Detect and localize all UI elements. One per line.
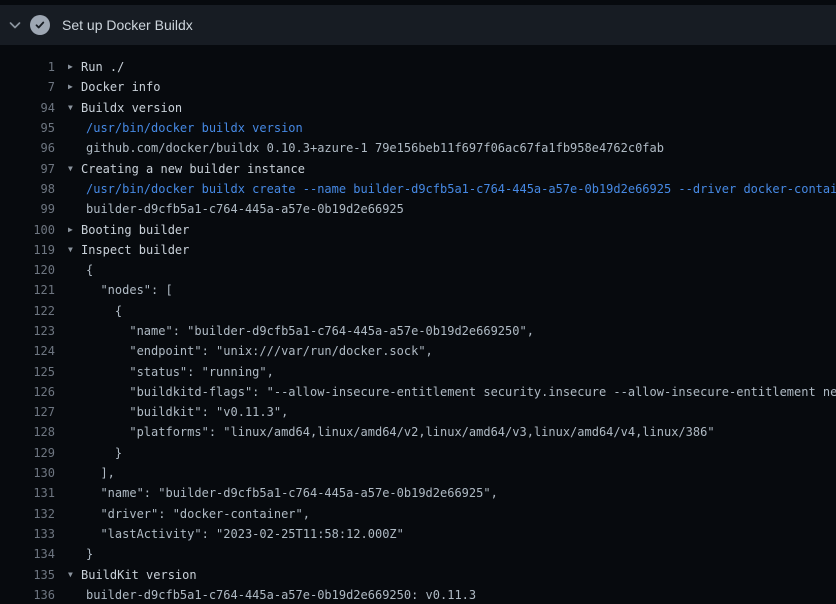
output-text: "name": "builder-d9cfb5a1-c764-445a-a57e… bbox=[86, 486, 498, 500]
line-number[interactable]: 94 bbox=[0, 101, 55, 115]
log-line: 131 "name": "builder-d9cfb5a1-c764-445a-… bbox=[0, 483, 836, 503]
output-text: "driver": "docker-container", bbox=[86, 507, 310, 521]
group-title[interactable]: Inspect builder bbox=[81, 243, 189, 257]
caret-right-icon[interactable]: ▶ bbox=[68, 63, 81, 71]
log-line: 120 { bbox=[0, 260, 836, 280]
output-text: "buildkit": "v0.11.3", bbox=[86, 405, 288, 419]
log-line: 133 "lastActivity": "2023-02-25T11:58:12… bbox=[0, 524, 836, 544]
line-number[interactable]: 133 bbox=[0, 527, 55, 541]
line-number[interactable]: 132 bbox=[0, 507, 55, 521]
line-number[interactable]: 134 bbox=[0, 547, 55, 561]
output-text: builder-d9cfb5a1-c764-445a-a57e-0b19d2e6… bbox=[86, 588, 476, 602]
log-line: 132 "driver": "docker-container", bbox=[0, 504, 836, 524]
line-number[interactable]: 129 bbox=[0, 446, 55, 460]
group-title[interactable]: Run ./ bbox=[81, 60, 124, 74]
output-text: github.com/docker/buildx 0.10.3+azure-1 … bbox=[86, 141, 664, 155]
log-line: 130 ], bbox=[0, 463, 836, 483]
log-line: 126 "buildkitd-flags": "--allow-insecure… bbox=[0, 382, 836, 402]
step-header[interactable]: Set up Docker Buildx bbox=[0, 5, 836, 45]
step-title: Set up Docker Buildx bbox=[62, 17, 193, 33]
group-title[interactable]: Booting builder bbox=[81, 223, 189, 237]
output-text: "buildkitd-flags": "--allow-insecure-ent… bbox=[86, 385, 836, 399]
log-line: 134} bbox=[0, 544, 836, 564]
log-line: 129 } bbox=[0, 443, 836, 463]
log-line: 98/usr/bin/docker buildx create --name b… bbox=[0, 179, 836, 199]
line-number[interactable]: 130 bbox=[0, 466, 55, 480]
line-number[interactable]: 100 bbox=[0, 223, 55, 237]
output-text: "nodes": [ bbox=[86, 283, 173, 297]
caret-down-icon[interactable]: ▼ bbox=[68, 571, 81, 579]
line-number[interactable]: 126 bbox=[0, 385, 55, 399]
log-line: 124 "endpoint": "unix:///var/run/docker.… bbox=[0, 341, 836, 361]
line-number[interactable]: 121 bbox=[0, 283, 55, 297]
output-text: "status": "running", bbox=[86, 365, 274, 379]
log-group-line[interactable]: 1 ▶Run ./ bbox=[0, 57, 836, 77]
line-number[interactable]: 122 bbox=[0, 304, 55, 318]
output-text: "endpoint": "unix:///var/run/docker.sock… bbox=[86, 344, 433, 358]
log-line: 121 "nodes": [ bbox=[0, 280, 836, 300]
output-text: "name": "builder-d9cfb5a1-c764-445a-a57e… bbox=[86, 324, 534, 338]
caret-down-icon[interactable]: ▼ bbox=[68, 246, 81, 254]
line-number[interactable]: 127 bbox=[0, 405, 55, 419]
output-text: "lastActivity": "2023-02-25T11:58:12.000… bbox=[86, 527, 404, 541]
output-text: builder-d9cfb5a1-c764-445a-a57e-0b19d2e6… bbox=[86, 202, 404, 216]
command-text: /usr/bin/docker buildx version bbox=[86, 121, 303, 135]
log-line: 128 "platforms": "linux/amd64,linux/amd6… bbox=[0, 422, 836, 442]
output-text: ], bbox=[86, 466, 115, 480]
log-group-line[interactable]: 100 ▶Booting builder bbox=[0, 219, 836, 239]
caret-down-icon[interactable]: ▼ bbox=[68, 104, 81, 112]
output-text: } bbox=[86, 547, 93, 561]
line-number[interactable]: 1 bbox=[0, 60, 55, 74]
log-body: 1▶Run ./7▶Docker info94▼Buildx version95… bbox=[0, 45, 836, 604]
log-group-line[interactable]: 135 ▼BuildKit version bbox=[0, 564, 836, 584]
group-title[interactable]: Creating a new builder instance bbox=[81, 162, 305, 176]
caret-right-icon[interactable]: ▶ bbox=[68, 83, 81, 91]
output-text: "platforms": "linux/amd64,linux/amd64/v2… bbox=[86, 425, 715, 439]
line-number[interactable]: 125 bbox=[0, 365, 55, 379]
actions-log-viewer: Set up Docker Buildx 1▶Run ./7▶Docker in… bbox=[0, 0, 836, 604]
log-line: 123 "name": "builder-d9cfb5a1-c764-445a-… bbox=[0, 321, 836, 341]
log-line: 127 "buildkit": "v0.11.3", bbox=[0, 402, 836, 422]
group-title[interactable]: Docker info bbox=[81, 80, 160, 94]
line-number[interactable]: 95 bbox=[0, 121, 55, 135]
caret-right-icon[interactable]: ▶ bbox=[68, 226, 81, 234]
line-number[interactable]: 128 bbox=[0, 425, 55, 439]
log-group-line[interactable]: 7 ▶Docker info bbox=[0, 77, 836, 97]
line-number[interactable]: 136 bbox=[0, 588, 55, 602]
log-line: 125 "status": "running", bbox=[0, 361, 836, 381]
log-group-line[interactable]: 119 ▼Inspect builder bbox=[0, 240, 836, 260]
chevron-down-icon[interactable] bbox=[0, 5, 30, 45]
line-number[interactable]: 131 bbox=[0, 486, 55, 500]
output-text: { bbox=[86, 304, 122, 318]
output-text: { bbox=[86, 263, 93, 277]
caret-down-icon[interactable]: ▼ bbox=[68, 165, 81, 173]
group-title[interactable]: Buildx version bbox=[81, 101, 182, 115]
line-number[interactable]: 98 bbox=[0, 182, 55, 196]
group-title[interactable]: BuildKit version bbox=[81, 568, 197, 582]
line-number[interactable]: 7 bbox=[0, 80, 55, 94]
line-number[interactable]: 124 bbox=[0, 344, 55, 358]
line-number[interactable]: 119 bbox=[0, 243, 55, 257]
log-line: 99 builder-d9cfb5a1-c764-445a-a57e-0b19d2… bbox=[0, 199, 836, 219]
output-text: } bbox=[86, 446, 122, 460]
line-number[interactable]: 120 bbox=[0, 263, 55, 277]
line-number[interactable]: 135 bbox=[0, 568, 55, 582]
line-number[interactable]: 99 bbox=[0, 202, 55, 216]
log-group-line[interactable]: 94 ▼Buildx version bbox=[0, 98, 836, 118]
status-check-icon bbox=[30, 15, 50, 35]
log-group-line[interactable]: 97 ▼Creating a new builder instance bbox=[0, 158, 836, 178]
line-number[interactable]: 96 bbox=[0, 141, 55, 155]
log-line: 95/usr/bin/docker buildx version bbox=[0, 118, 836, 138]
command-text: /usr/bin/docker buildx create --name bui… bbox=[86, 182, 836, 196]
log-line: 122 { bbox=[0, 301, 836, 321]
line-number[interactable]: 97 bbox=[0, 162, 55, 176]
log-line: 136 builder-d9cfb5a1-c764-445a-a57e-0b19d… bbox=[0, 585, 836, 604]
log-line: 96 github.com/docker/buildx 0.10.3+azure-… bbox=[0, 138, 836, 158]
line-number[interactable]: 123 bbox=[0, 324, 55, 338]
